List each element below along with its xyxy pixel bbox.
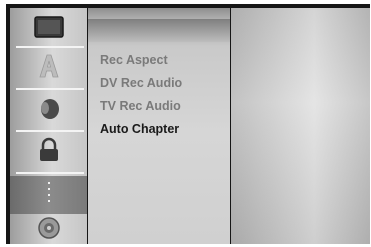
sidebar-separator xyxy=(16,172,84,174)
sidebar-item-audio[interactable] xyxy=(10,92,87,128)
option-panel-shade xyxy=(231,8,370,244)
language-icon xyxy=(36,53,62,84)
sidebar-item-general[interactable] xyxy=(10,11,87,47)
option-panel xyxy=(231,8,370,244)
submenu-header xyxy=(88,19,230,42)
sidebar-separator xyxy=(16,130,84,132)
menu-item-rec-aspect[interactable]: Rec Aspect xyxy=(100,53,168,67)
setup-icon-strip xyxy=(10,8,87,244)
menu-item-tv-rec-audio[interactable]: TV Rec Audio xyxy=(100,99,181,113)
more-icon xyxy=(45,180,53,211)
sidebar-item-language[interactable] xyxy=(10,50,87,86)
menu-item-dv-rec-audio[interactable]: DV Rec Audio xyxy=(100,76,182,90)
sidebar-item-disc[interactable] xyxy=(10,216,87,244)
submenu-top-tab xyxy=(88,8,230,19)
lock-icon xyxy=(36,137,62,168)
sidebar-separator xyxy=(16,88,84,90)
audio-icon xyxy=(36,95,62,126)
sidebar-item-lock[interactable] xyxy=(10,134,87,170)
submenu-panel: Rec Aspect DV Rec Audio TV Rec Audio Aut… xyxy=(88,19,230,244)
disc-icon xyxy=(33,15,64,43)
sidebar-item-recording[interactable] xyxy=(10,176,87,214)
menu-item-auto-chapter[interactable]: Auto Chapter xyxy=(100,122,179,136)
disc-setup-icon xyxy=(37,216,61,245)
sidebar-separator xyxy=(16,46,84,48)
screen: Rec Aspect DV Rec Audio TV Rec Audio Aut… xyxy=(0,0,371,247)
